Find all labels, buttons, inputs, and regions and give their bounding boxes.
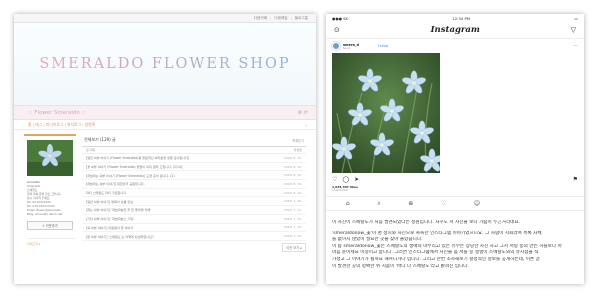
post-title[interactable]: [하늘하는 외부 이야기 (Flower Smeraldo)] 도면 준비 합니… — [86, 173, 175, 178]
profile-photo[interactable] — [27, 140, 73, 176]
post-date: 2018. 7. 26. — [283, 199, 302, 204]
table-row[interactable]: [하는 외부 이야기] '하늘하늘한 하 한 플라워 카페' 2018. 7. 2… — [82, 206, 306, 215]
share-icon[interactable]: ➤ — [354, 176, 359, 183]
post-user-info: smera_d Seoul — [343, 43, 359, 50]
profile-line: Blog. smeraldo.daum.net — [27, 212, 63, 216]
heart-icon[interactable]: ♡ — [332, 176, 337, 183]
post-header: smera_d Seoul Follow ⋯ — [326, 39, 584, 53]
profile-icon[interactable]: ☺ — [474, 200, 480, 207]
post-photo[interactable] — [332, 53, 440, 173]
bookmark-icon[interactable]: ⚑ — [573, 176, 578, 183]
top-link-mail[interactable]: 다음메일 — [274, 16, 287, 21]
post-list-columns: 글 제목 작성일 — [82, 146, 306, 154]
post-title[interactable]: 파티 스메랄도 파티 가입합니다 — [86, 190, 126, 195]
direct-message-icon[interactable]: ▽ — [571, 26, 576, 34]
table-row[interactable]: [일반 외부 이야기] 변화의 흐름 만남 2018. 7. 26. — [82, 197, 306, 207]
post-list-title: 전체보기 (129) 글 — [84, 137, 116, 142]
post-title[interactable]: [한 외부 이야기] '스메랄도'는 어떻게 탄생하였나요? — [86, 234, 154, 239]
post-actions: ♡ ◯ ➤ ⚑ — [326, 173, 584, 185]
search-icon[interactable]: ⌕ — [377, 200, 380, 208]
avatar[interactable] — [332, 42, 340, 50]
home-icon[interactable]: ⌂ — [346, 200, 350, 207]
post-date: 2018. 8. 15. — [283, 181, 302, 186]
comment-icon[interactable]: ◯ — [342, 176, 349, 183]
instagram-logo: Instagram — [430, 25, 480, 35]
phone-status-bar: ●●● SK 12:34 PM ▭ — [326, 14, 584, 22]
bottom-tab-bar: ⌂ ⌕ ⊕ ♡ ☺ — [326, 196, 584, 211]
settings-icon[interactable]: ⚙ ⟳ — [298, 110, 308, 116]
blog-screenshot: 다음카페 | 다음메일 | 블로그홈 SMERALDO FLOWER SHOP ::… — [14, 14, 316, 284]
post-list-footer: 이전 보기 ▸ — [82, 241, 306, 255]
table-row[interactable]: [기타 외부 이야기] '하늘하늘스 기독' 2018. 7. 21. — [82, 215, 306, 224]
table-row[interactable]: [얼전 외부 이야기 (Flower Smeraldo)를 방문하신 여러분을 … — [82, 154, 306, 163]
column-title: 글 제목 — [86, 148, 96, 152]
column-date: 작성일 — [293, 148, 302, 152]
instagram-nav: ⊙ Instagram ▽ — [326, 22, 584, 39]
top-link-bloghome[interactable]: 블로그홈 — [295, 16, 308, 21]
post-title[interactable]: [일반 외부 이야기] 변화의 흐름 만남 — [86, 199, 133, 204]
more-options-icon[interactable]: ⋯ — [573, 43, 578, 49]
table-row[interactable]: 파티 스메랄도 파티 가입합니다 2018. 8. 10. — [82, 189, 306, 198]
caption-line: 가졌고 그 이야기가 될까요 해커니거나 입니다. 그리고 한번 조사해보기 결… — [332, 256, 540, 262]
close-list-button[interactable]: 목록닫기 — [292, 138, 304, 143]
caption-line: 'smeraldonow_꽃'이 명 정시와 사진으로 촉촉한 인스타그램 이야… — [332, 230, 542, 236]
add-neighbor-button[interactable]: + 이웃추가 — [27, 221, 73, 230]
table-row[interactable]: [하늘하는 외부 이야기 (Flower Smeraldo)] 도면 준비 합니… — [82, 171, 306, 181]
post-title[interactable]: [꽃 외부 이야기 (Flower Smeraldo) 꽃말의 의미 알려 드립… — [86, 164, 183, 169]
post-list: 전체보기 (129) 글 목록닫기 글 제목 작성일 [얼전 외부 이야기 (F… — [82, 134, 306, 280]
blog-nav-bar: 홈 | 태그 | 미디어로그 | 위치로그 | 방명록 ⌄ — [14, 120, 316, 130]
table-row[interactable]: [하늘하는 외부 이야기] 대한민국 공원입니다. 2018. 8. 15. — [82, 180, 306, 189]
blog-title[interactable]: SMERALDO FLOWER SHOP — [39, 56, 290, 72]
post-date: 2018. 7. 15. — [283, 225, 302, 230]
table-row[interactable]: [외 외부 이야기] 이원평의 꽃 이야기 2018. 7. 15. — [82, 224, 306, 233]
post-date: 2018. 8. 15. — [283, 173, 302, 178]
blog-subname[interactable]: :: Flower Smeraldo :: — [29, 110, 85, 116]
caption-line: 를 없이지 않았이 필요한 곳을 찾아 올렸습니다. — [332, 237, 423, 243]
post-title[interactable]: [외 외부 이야기] 이원평의 꽃 이야기 — [86, 225, 133, 230]
chevron-down-icon[interactable]: ⌄ — [305, 122, 308, 127]
post-date: 6 DAYS AGO — [332, 189, 348, 192]
blog-top-bar: 다음카페 | 다음메일 | 블로그홈 — [14, 14, 316, 23]
post-location[interactable]: Seoul — [343, 47, 359, 50]
post-rows: [얼전 외부 이야기 (Flower Smeraldo)를 방문하신 여러분을 … — [82, 154, 306, 241]
blog-nav-menu[interactable]: 홈 | 태그 | 미디어로그 | 위치로그 | 방명록 — [28, 122, 95, 128]
caption-line: 마음 윤이세요 이정이고 합니다. 그러면 인스타그램에서 사진을 좀 서를 중… — [332, 250, 539, 256]
category-link[interactable]: 카테고리 ▸ — [27, 238, 76, 246]
table-row[interactable]: [한 외부 이야기] '스메랄도'는 어떻게 탄생하였나요? 2018. 7. 1… — [82, 232, 306, 241]
status-time: 12:34 PM — [452, 15, 471, 21]
post-title[interactable]: [하늘하는 외부 이야기] 대한민국 공원입니다. — [86, 181, 145, 186]
blog-header-banner: SMERALDO FLOWER SHOP — [14, 23, 316, 105]
battery-icon: ▭ — [574, 15, 578, 21]
caption-line: 이 발견한 곳의 정확한 위 치좀이 '바다 다 스메랄도'라고 밝혀진 입니다… — [332, 263, 469, 269]
add-post-icon[interactable]: ⊕ — [408, 200, 413, 207]
post-title[interactable]: [하는 외부 이야기] '하늘하늘한 하 한 플라워 카페' — [86, 207, 151, 212]
top-link-cafe[interactable]: 다음카페 — [254, 16, 267, 21]
follow-button[interactable]: Follow — [378, 44, 388, 48]
prev-page-button[interactable]: 이전 보기 ▸ — [282, 243, 306, 253]
blog-sub-bar: :: Flower Smeraldo :: ⚙ ⟳ — [14, 105, 316, 120]
post-date: 2018. 7. 21. — [283, 207, 302, 212]
post-date: 2018. 7. 21. — [283, 216, 302, 221]
post-list-header: 전체보기 (129) 글 목록닫기 — [82, 134, 306, 146]
profile-sidebar: smeraldo Smeraldo 스메랄도 꽃의 약속 문의 블로그입니다. … — [24, 134, 76, 280]
caption-line: 이 탑 smeraldonow_꽃는 스메랄도의 생애의 마무리고 있는 유무는… — [332, 243, 562, 249]
table-row[interactable]: [꽃 외부 이야기 (Flower Smeraldo) 꽃말의 의미 알려 드립… — [82, 163, 306, 172]
instagram-screenshot: ●●● SK 12:34 PM ▭ ⊙ Instagram ▽ smera_d … — [326, 14, 584, 284]
post-date: 2018. 7. 15. — [283, 234, 302, 239]
blog-body: smeraldo Smeraldo 스메랄도 꽃의 약속 문의 블로그입니다. … — [24, 134, 306, 280]
activity-icon[interactable]: ♡ — [441, 200, 446, 207]
camera-icon[interactable]: ⊙ — [334, 26, 340, 34]
caption-text: 이 사진이 스메랄도가 처음 발견되었다는 정원입니다. 자꾸도 저 사진을 보… — [332, 220, 578, 270]
signal-indicator: ●●● SK — [332, 15, 349, 21]
caption-line: 이 사진이 스메랄도가 처음 발견되었다는 정원입니다. 자꾸도 저 사진을 보… — [332, 220, 521, 225]
post-date: 2018. 8. 15. — [283, 164, 302, 169]
post-date: 2018. 8. 15. — [283, 155, 302, 160]
post-title[interactable]: [얼전 외부 이야기 (Flower Smeraldo)를 방문하신 여러분을 … — [86, 155, 189, 160]
post-title[interactable]: [기타 외부 이야기] '하늘하늘스 기독' — [86, 216, 134, 221]
post-date: 2018. 8. 10. — [283, 190, 302, 195]
